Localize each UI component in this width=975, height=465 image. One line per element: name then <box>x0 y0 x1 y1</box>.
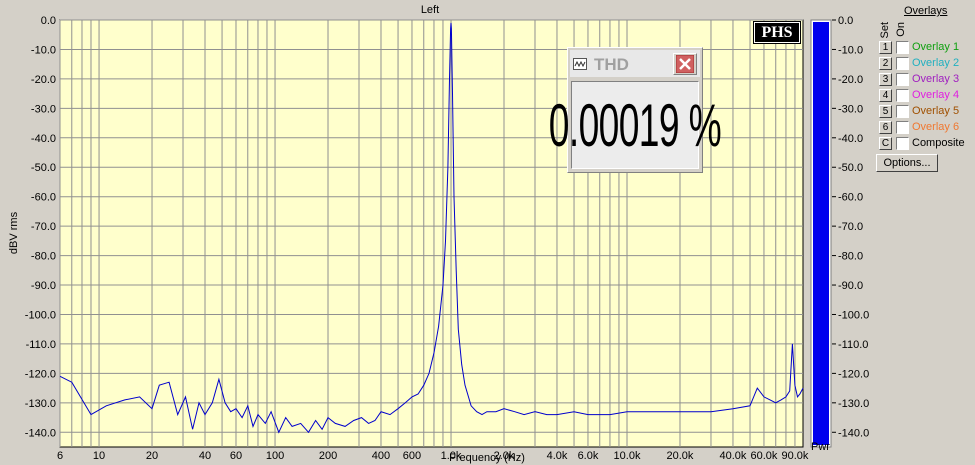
overlay-set-button[interactable]: 1 <box>879 41 892 54</box>
overlay-label: Overlay 2 <box>912 57 960 69</box>
on-column-label: On <box>895 22 907 37</box>
overlay-set-button[interactable]: 5 <box>879 105 892 118</box>
y-tick-label: 0.0 <box>41 15 56 27</box>
meter-tick-labels: 0.0 -10.0 -20.0 -30.0 -40.0 -50.0 -60.0 -70.0 -8… <box>832 15 869 439</box>
x-tick-label: 400 <box>372 450 390 462</box>
overlay-on-checkbox[interactable] <box>896 41 909 54</box>
y-tick-label: -60.0 <box>31 192 56 204</box>
y-tick-labels: 0.0 -10.0 -20.0 -30.0 -40.0 -50.0 -60.0 -70.0 -8… <box>25 15 56 439</box>
overlay-on-checkbox[interactable] <box>896 137 909 150</box>
overlay-on-checkbox[interactable] <box>896 73 909 86</box>
y-tick-label: -120.0 <box>25 368 56 380</box>
x-tick-label: 40.0k <box>720 450 747 462</box>
overlay-on-checkbox[interactable] <box>896 89 909 102</box>
plot-title: Left <box>421 4 439 16</box>
thd-value: 0.00019 % <box>548 91 722 159</box>
set-column-label: Set <box>879 22 891 39</box>
meter-tick-label: -60.0 <box>838 192 863 204</box>
x-tick-label: 60 <box>230 450 242 462</box>
y-tick-label: -40.0 <box>31 133 56 145</box>
spectrum-plot[interactable]: Left 0.0 -10.0 -20.0 -30.0 -40.0 -50.0 -60.0 -7… <box>0 0 975 465</box>
x-tick-label: 4.0k <box>547 450 568 462</box>
y-tick-label: -110.0 <box>26 339 56 351</box>
meter-tick-label: -110.0 <box>838 339 868 351</box>
thd-close-button[interactable] <box>673 53 697 75</box>
x-tick-labels: 6 10 20 40 60 100 200 400 600 1.0k 2.0k 4.0k 6.0k 10.… <box>57 450 809 462</box>
overlay-set-button[interactable]: 4 <box>879 89 892 102</box>
meter-tick-label: -70.0 <box>838 221 863 233</box>
y-tick-label: -90.0 <box>31 280 56 292</box>
overlay-row: 3 Overlay 3 <box>879 73 975 88</box>
overlay-row: 1 Overlay 1 <box>879 41 975 56</box>
x-tick-label: 20 <box>146 450 158 462</box>
overlay-label: Composite <box>912 137 965 149</box>
meter-tick-label: -90.0 <box>838 280 863 292</box>
meter-tick-label: -20.0 <box>838 74 863 86</box>
thd-display: 0.00019 % <box>549 81 722 169</box>
close-icon <box>676 55 694 73</box>
meter-tick-label: 0.0 <box>838 15 853 27</box>
overlay-set-button[interactable]: 2 <box>879 57 892 70</box>
meter-tick-label: -130.0 <box>838 398 869 410</box>
x-tick-label: 90.0k <box>781 450 808 462</box>
overlay-set-button[interactable]: 6 <box>879 121 892 134</box>
overlays-panel: Overlays Set On 1 Overlay 1 2 Overlay 2 3 Ove… <box>876 0 975 180</box>
thd-title: THD <box>594 55 629 74</box>
y-tick-label: -50.0 <box>31 162 56 174</box>
y-tick-label: -130.0 <box>25 398 56 410</box>
meter-tick-label: -50.0 <box>838 162 863 174</box>
y-tick-label: -20.0 <box>31 74 56 86</box>
waveform-icon <box>573 58 587 70</box>
y-axis-label: dBV rms <box>8 211 20 254</box>
overlay-row: C Composite <box>879 137 975 152</box>
thd-window[interactable]: THD 0.00019 % <box>549 47 722 173</box>
meter-tick-label: -140.0 <box>838 427 869 439</box>
y-tick-label: -80.0 <box>31 251 56 263</box>
overlay-label: Overlay 3 <box>912 73 960 85</box>
meter-tick-label: -10.0 <box>838 44 863 56</box>
meter-tick-label: -80.0 <box>838 251 863 263</box>
overlay-on-checkbox[interactable] <box>896 121 909 134</box>
x-tick-label: 100 <box>266 450 284 462</box>
overlay-on-checkbox[interactable] <box>896 105 909 118</box>
meter-tick-label: -120.0 <box>838 368 869 380</box>
x-tick-label: 6.0k <box>578 450 599 462</box>
overlay-set-button[interactable]: 3 <box>879 73 892 86</box>
thd-titlebar[interactable]: THD <box>570 50 700 77</box>
options-button[interactable]: Options... <box>876 154 938 172</box>
overlays-heading: Overlays <box>904 5 948 17</box>
overlay-row: 4 Overlay 4 <box>879 89 975 104</box>
overlay-set-button[interactable]: C <box>879 137 892 150</box>
y-tick-label: -100.0 <box>25 309 56 321</box>
y-tick-label: -10.0 <box>31 44 56 56</box>
meter-tick-label: -30.0 <box>838 103 863 115</box>
overlay-label: Overlay 1 <box>912 41 960 53</box>
overlay-row: 5 Overlay 5 <box>879 105 975 120</box>
x-tick-label: 6 <box>57 450 63 462</box>
meter-tick-label: -100.0 <box>838 309 869 321</box>
overlay-on-checkbox[interactable] <box>896 57 909 70</box>
overlay-label: Overlay 4 <box>912 89 960 101</box>
x-axis-label: Frequency (Hz) <box>449 452 525 464</box>
overlay-label: Overlay 5 <box>912 105 960 117</box>
x-tick-label: 20.0k <box>667 450 694 462</box>
x-tick-label: 60.0k <box>750 450 777 462</box>
y-tick-label: -30.0 <box>31 103 56 115</box>
overlay-row: 2 Overlay 2 <box>879 57 975 72</box>
y-tick-label: -70.0 <box>31 221 56 233</box>
phs-logo: PHS <box>753 21 801 44</box>
x-tick-label: 200 <box>319 450 337 462</box>
x-tick-label: 10 <box>93 450 105 462</box>
meter-tick-label: -40.0 <box>838 133 863 145</box>
x-tick-label: 10.0k <box>614 450 641 462</box>
power-meter-bar <box>813 22 829 445</box>
overlay-label: Overlay 6 <box>912 121 960 133</box>
x-tick-label: 600 <box>403 450 421 462</box>
y-tick-label: -140.0 <box>25 427 56 439</box>
x-tick-label: 40 <box>199 450 211 462</box>
overlay-row: 6 Overlay 6 <box>879 121 975 136</box>
power-meter-label: Pwr <box>811 441 830 453</box>
